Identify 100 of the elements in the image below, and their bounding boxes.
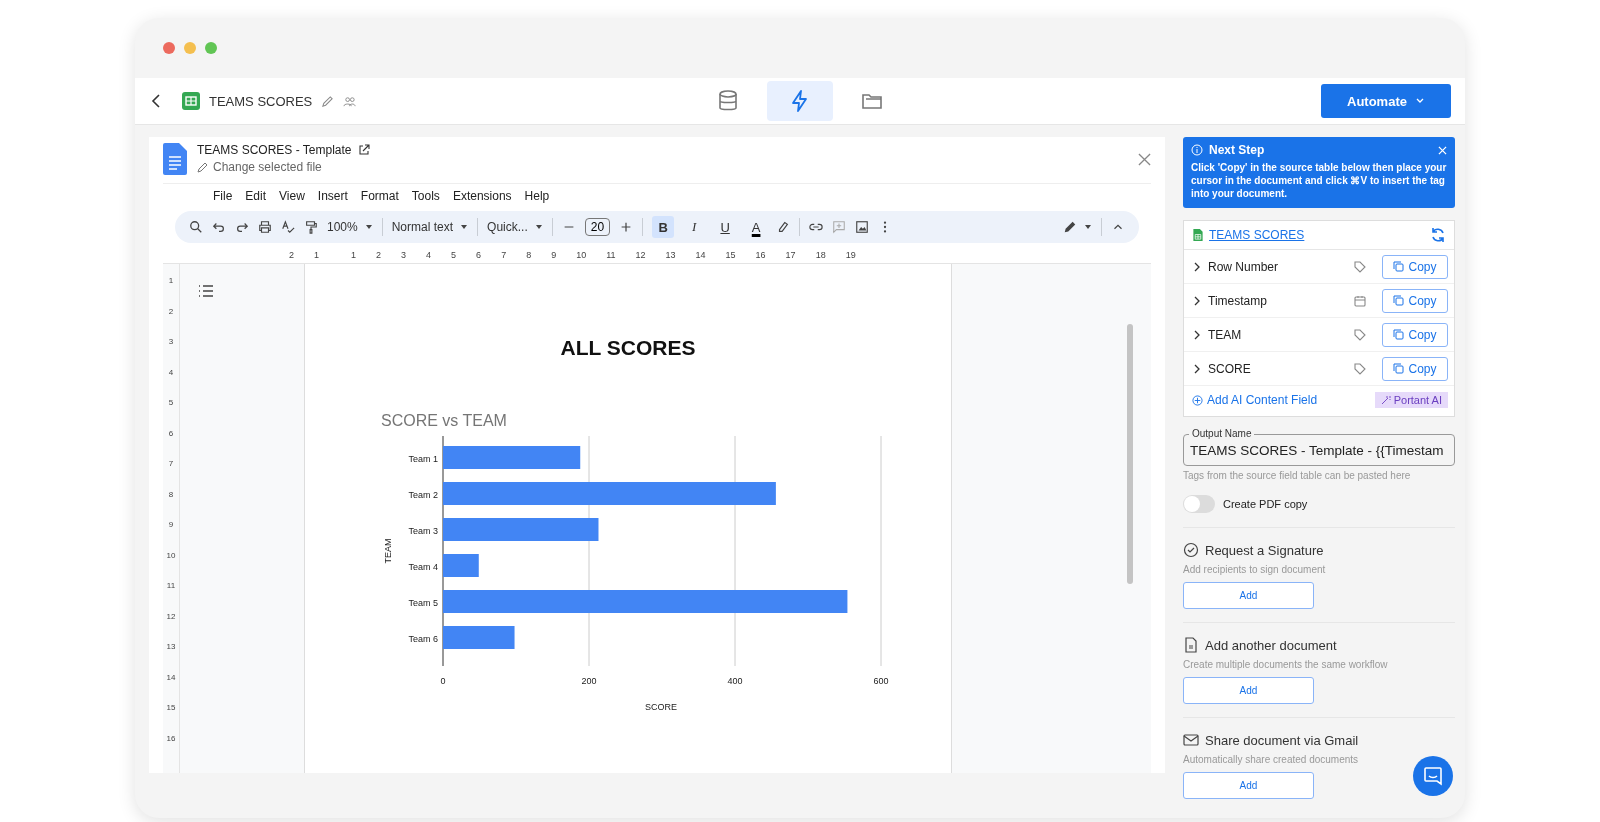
external-link-icon[interactable] — [357, 144, 370, 156]
pencil-icon[interactable] — [1063, 220, 1077, 234]
ruler-number: 2 — [376, 250, 382, 260]
ai-badge[interactable]: Portant AI — [1374, 392, 1448, 408]
copy-button[interactable]: Copy — [1382, 322, 1448, 347]
ruler-number: 7 — [501, 250, 507, 260]
ruler-number: 5 — [168, 398, 174, 408]
field-name: TEAM — [1208, 327, 1243, 342]
chart-title: SCORE vs TEAM — [381, 412, 508, 430]
copy-button[interactable]: Copy — [1382, 356, 1448, 381]
menu-item[interactable]: View — [279, 189, 305, 209]
tick-label: 400 — [727, 676, 743, 686]
menu-item[interactable]: Format — [360, 189, 399, 209]
ruler-number: 1 — [314, 250, 320, 260]
ruler-number: 2 — [168, 306, 174, 317]
add-button[interactable]: Add — [1183, 582, 1314, 609]
spellcheck-icon[interactable] — [281, 220, 295, 234]
image-icon[interactable] — [855, 220, 870, 234]
menu-item[interactable]: File — [213, 189, 233, 209]
ruler-number: 16 — [166, 733, 176, 744]
toggle-switch[interactable] — [1183, 495, 1215, 513]
copy-button[interactable]: Copy — [1382, 288, 1448, 313]
ruler-number: 14 — [695, 250, 706, 260]
outline-icon[interactable] — [198, 284, 214, 298]
ruler-number: 12 — [635, 250, 646, 260]
format-button[interactable]: A — [745, 216, 768, 238]
ruler-number: 13 — [665, 250, 676, 260]
chevron-right-icon[interactable] — [1192, 261, 1202, 272]
tick-label: 200 — [581, 676, 597, 686]
category-label: Team 5 — [408, 598, 438, 608]
automate-button[interactable]: Automate — [1321, 84, 1451, 118]
menu-item[interactable]: Tools — [411, 189, 440, 209]
font-size-field[interactable]: 20 — [584, 218, 611, 236]
bolt-tab[interactable] — [767, 81, 833, 121]
font-dropdown[interactable]: Quick... — [487, 220, 528, 234]
ruler-number: 3 — [168, 337, 174, 347]
ruler-number: 9 — [551, 250, 557, 260]
format-button[interactable]: I — [683, 216, 706, 238]
close-icon[interactable] — [1138, 153, 1151, 166]
scrollbar[interactable] — [1127, 324, 1133, 584]
calendar-icon — [1354, 294, 1366, 307]
section-description: Add recipients to sign document — [1183, 564, 1327, 575]
ruler-number: 7 — [168, 459, 174, 469]
caret-icon[interactable] — [364, 223, 373, 231]
caret-icon[interactable] — [534, 223, 543, 231]
tick-label: 600 — [873, 676, 889, 686]
zoom-dropdown[interactable]: 100% — [327, 220, 358, 234]
ruler-number: 11 — [166, 581, 176, 591]
banner-message: Click 'Copy' in the source table below then place your cursor in the document and click ⌘V to insert the tag into your document. — [1191, 161, 1447, 200]
chevron-right-icon[interactable] — [1192, 329, 1202, 340]
undo-icon[interactable] — [212, 220, 226, 234]
info-icon — [1191, 144, 1203, 156]
spreadsheet-icon — [182, 92, 200, 110]
ruler-number: 17 — [785, 250, 796, 260]
section-title: Share document via Gmail — [1205, 732, 1359, 748]
redo-icon[interactable] — [235, 220, 249, 234]
ruler-number: 19 — [845, 250, 856, 260]
paint-format-icon[interactable] — [304, 220, 318, 234]
highlighter-icon[interactable] — [776, 220, 791, 234]
ruler-number: 8 — [526, 250, 532, 260]
close-window-icon[interactable] — [163, 42, 175, 54]
format-button[interactable]: U — [714, 216, 737, 238]
copy-button[interactable]: Copy — [1382, 254, 1448, 279]
banner-title: Next Step — [1209, 143, 1266, 157]
menu-item[interactable]: Extensions — [452, 189, 512, 209]
ruler-number: 13 — [166, 642, 176, 652]
chevron-right-icon[interactable] — [1192, 295, 1202, 306]
add-button[interactable]: Add — [1183, 772, 1314, 799]
mail-icon — [1183, 732, 1199, 748]
ruler-number: 6 — [168, 428, 174, 439]
field-name: SCORE — [1208, 361, 1252, 376]
ruler-number: 10 — [166, 550, 176, 561]
ruler-number: 1 — [168, 276, 174, 286]
ruler-number: 5 — [451, 250, 457, 260]
add-button[interactable]: Add — [1183, 677, 1314, 704]
source-link[interactable]: TEAMS SCORES — [1209, 228, 1305, 242]
chat-icon — [1422, 765, 1444, 787]
chevron-right-icon[interactable] — [1192, 363, 1202, 374]
caret-icon[interactable] — [1084, 223, 1092, 231]
section-title: Add another document — [1205, 637, 1337, 653]
refresh-icon[interactable] — [1430, 227, 1446, 243]
menu-item[interactable]: Help — [524, 189, 550, 209]
search-icon[interactable] — [189, 220, 203, 234]
style-dropdown[interactable]: Normal text — [391, 220, 454, 234]
category-label: Team 3 — [408, 526, 438, 536]
document-title: TEAMS SCORES - Template — [197, 143, 352, 157]
ruler-number: 9 — [168, 520, 174, 530]
ruler-number: 18 — [815, 250, 826, 260]
print-icon[interactable] — [258, 220, 272, 234]
add-ai-field-link[interactable]: Add AI Content Field — [1192, 393, 1318, 407]
menu-item[interactable]: Insert — [317, 189, 348, 209]
ruler-number: 16 — [755, 250, 766, 260]
caret-icon[interactable] — [460, 223, 469, 231]
change-file-link[interactable]: Change selected file — [213, 160, 322, 174]
database-icon — [716, 89, 740, 113]
format-button[interactable]: B — [652, 216, 675, 238]
category-label: Team 4 — [408, 562, 438, 572]
chat-button[interactable] — [1413, 756, 1453, 796]
section-description: Automatically share created documents — [1183, 754, 1360, 765]
menu-item[interactable]: Edit — [245, 189, 267, 209]
